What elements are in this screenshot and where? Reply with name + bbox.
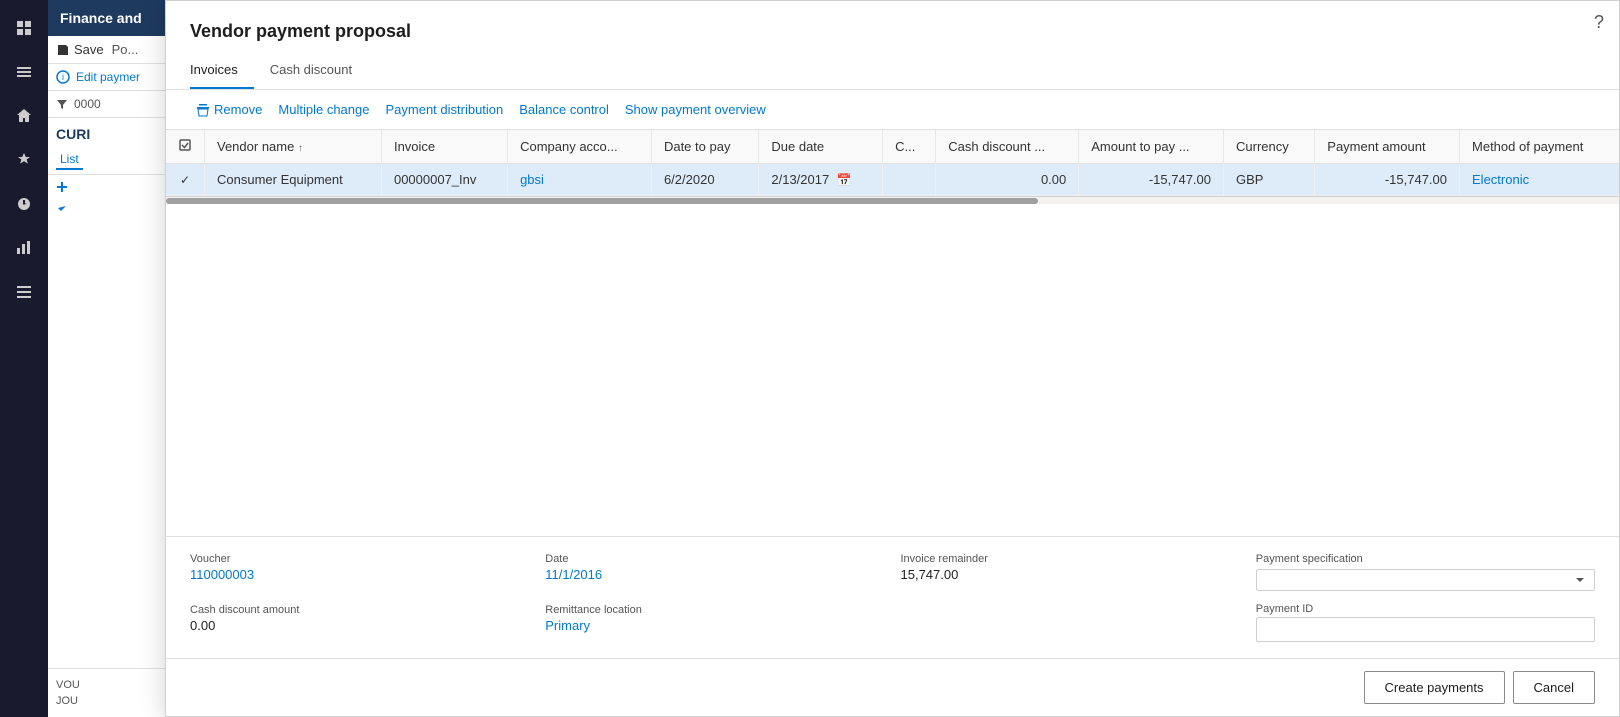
payment-id-input[interactable] bbox=[1256, 617, 1595, 642]
list-tab[interactable]: List bbox=[56, 150, 83, 170]
col-currency[interactable]: Currency bbox=[1224, 130, 1315, 164]
col-vendor-name-label: Vendor name bbox=[217, 139, 294, 154]
svg-text:i: i bbox=[62, 72, 64, 82]
remove-button[interactable]: Remove bbox=[190, 98, 268, 121]
col-payment-amount[interactable]: Payment amount bbox=[1315, 130, 1460, 164]
invoices-table-container[interactable]: Vendor name ↑ Invoice Company acco... Da… bbox=[166, 130, 1619, 536]
modal-tabs: Invoices Cash discount bbox=[166, 54, 1619, 90]
voucher-label: Voucher bbox=[190, 553, 529, 565]
row-check-cell: ✓ bbox=[166, 164, 205, 196]
show-payment-overview-button[interactable]: Show payment overview bbox=[619, 98, 772, 121]
row-method-of-payment[interactable]: Electronic bbox=[1460, 164, 1619, 196]
col-method-of-payment[interactable]: Method of payment bbox=[1460, 130, 1619, 164]
table-header-row: Vendor name ↑ Invoice Company acco... Da… bbox=[166, 130, 1619, 164]
sidebar-icon-chart[interactable] bbox=[4, 228, 44, 268]
cash-discount-amount-value: 0.00 bbox=[190, 618, 529, 633]
remittance-location-label: Remittance location bbox=[545, 604, 884, 616]
payment-distribution-label: Payment distribution bbox=[385, 102, 503, 117]
table-scrollbar[interactable] bbox=[166, 196, 1619, 204]
table-row[interactable]: ✓ Consumer Equipment 00000007_Inv gbsi 6… bbox=[166, 164, 1619, 196]
cash-discount-amount-label: Cash discount amount bbox=[190, 604, 529, 616]
col-company-account[interactable]: Company acco... bbox=[508, 130, 652, 164]
sidebar-icon-grid[interactable] bbox=[4, 8, 44, 48]
payment-specification-label: Payment specification bbox=[1256, 553, 1595, 565]
voucher-value[interactable]: 110000003 bbox=[190, 567, 529, 582]
save-button[interactable]: Save bbox=[56, 42, 104, 57]
balance-control-button[interactable]: Balance control bbox=[513, 98, 615, 121]
col-c[interactable]: C... bbox=[883, 130, 936, 164]
col-vendor-name[interactable]: Vendor name ↑ bbox=[205, 130, 382, 164]
payment-specification-field: Payment specification bbox=[1256, 553, 1595, 591]
date-label: Date bbox=[545, 553, 884, 565]
modal-overlay: Vendor payment proposal Invoices Cash di… bbox=[165, 0, 1620, 717]
row-c bbox=[883, 164, 936, 196]
remittance-location-value[interactable]: Primary bbox=[545, 618, 884, 633]
modal-toolbar: Remove Multiple change Payment distribut… bbox=[166, 90, 1619, 130]
detail-voucher: Voucher 110000003 bbox=[190, 553, 529, 592]
balance-control-label: Balance control bbox=[519, 102, 609, 117]
date-value[interactable]: 11/1/2016 bbox=[545, 567, 884, 582]
col-date-to-pay[interactable]: Date to pay bbox=[651, 130, 758, 164]
detail-payment-id: Payment ID bbox=[1256, 603, 1595, 642]
row-amount-to-pay: -15,747.00 bbox=[1079, 164, 1224, 196]
sidebar-icon-home[interactable] bbox=[4, 96, 44, 136]
show-payment-overview-label: Show payment overview bbox=[625, 102, 766, 117]
detail-right: Payment specification Payment ID bbox=[1256, 553, 1595, 642]
multiple-change-label: Multiple change bbox=[278, 102, 369, 117]
post-label: Po... bbox=[112, 42, 139, 57]
sidebar-icon-clock[interactable] bbox=[4, 184, 44, 224]
remove-label: Remove bbox=[214, 102, 262, 117]
sidebar-icon-hamburger[interactable] bbox=[4, 52, 44, 92]
tab-cash-discount[interactable]: Cash discount bbox=[270, 54, 368, 89]
detail-section: Voucher 110000003 Date 11/1/2016 Invoice… bbox=[166, 536, 1619, 658]
vendor-payment-proposal-modal: Vendor payment proposal Invoices Cash di… bbox=[165, 0, 1620, 717]
row-vendor-name: Consumer Equipment bbox=[205, 164, 382, 196]
modal-title: Vendor payment proposal bbox=[166, 1, 1619, 54]
save-label: Save bbox=[74, 42, 104, 57]
modal-footer: Create payments Cancel bbox=[166, 658, 1619, 716]
payment-specification-dropdown[interactable] bbox=[1256, 569, 1595, 591]
col-cash-discount[interactable]: Cash discount ... bbox=[936, 130, 1079, 164]
calendar-icon[interactable]: 📅 bbox=[837, 173, 852, 187]
invoices-table: Vendor name ↑ Invoice Company acco... Da… bbox=[166, 130, 1619, 196]
filter-label: 0000 bbox=[74, 97, 101, 111]
row-due-date: 2/13/2017 📅 bbox=[759, 164, 883, 196]
row-cash-discount: 0.00 bbox=[936, 164, 1079, 196]
scrollbar-thumb bbox=[166, 198, 1038, 204]
col-check bbox=[166, 130, 205, 164]
create-payments-button[interactable]: Create payments bbox=[1364, 671, 1505, 704]
col-invoice[interactable]: Invoice bbox=[381, 130, 507, 164]
detail-cash-discount-amount: Cash discount amount 0.00 bbox=[190, 604, 529, 643]
row-currency: GBP bbox=[1224, 164, 1315, 196]
row-payment-amount: -15,747.00 bbox=[1315, 164, 1460, 196]
tab-invoices[interactable]: Invoices bbox=[190, 54, 254, 89]
help-icon[interactable]: ? bbox=[1594, 12, 1604, 33]
detail-remittance-location: Remittance location Primary bbox=[545, 604, 884, 643]
sort-arrow-vendor: ↑ bbox=[298, 143, 303, 154]
sidebar-icon-list[interactable] bbox=[4, 272, 44, 312]
payment-distribution-button[interactable]: Payment distribution bbox=[379, 98, 509, 121]
invoice-remainder-label: Invoice remainder bbox=[901, 553, 1240, 565]
payment-id-label: Payment ID bbox=[1256, 603, 1595, 615]
row-checkmark: ✓ bbox=[180, 173, 190, 187]
detail-invoice-remainder: Invoice remainder 15,747.00 bbox=[901, 553, 1240, 592]
multiple-change-button[interactable]: Multiple change bbox=[272, 98, 375, 121]
row-date-to-pay: 6/2/2020 bbox=[651, 164, 758, 196]
row-invoice: 00000007_Inv bbox=[381, 164, 507, 196]
sidebar bbox=[0, 0, 48, 717]
col-due-date[interactable]: Due date bbox=[759, 130, 883, 164]
sidebar-icon-star[interactable] bbox=[4, 140, 44, 180]
invoice-remainder-value: 15,747.00 bbox=[901, 567, 1240, 582]
cancel-button[interactable]: Cancel bbox=[1513, 671, 1595, 704]
edit-payment-label: Edit paymer bbox=[76, 70, 140, 84]
row-company-account[interactable]: gbsi bbox=[508, 164, 652, 196]
col-amount-to-pay[interactable]: Amount to pay ... bbox=[1079, 130, 1224, 164]
detail-date: Date 11/1/2016 bbox=[545, 553, 884, 592]
